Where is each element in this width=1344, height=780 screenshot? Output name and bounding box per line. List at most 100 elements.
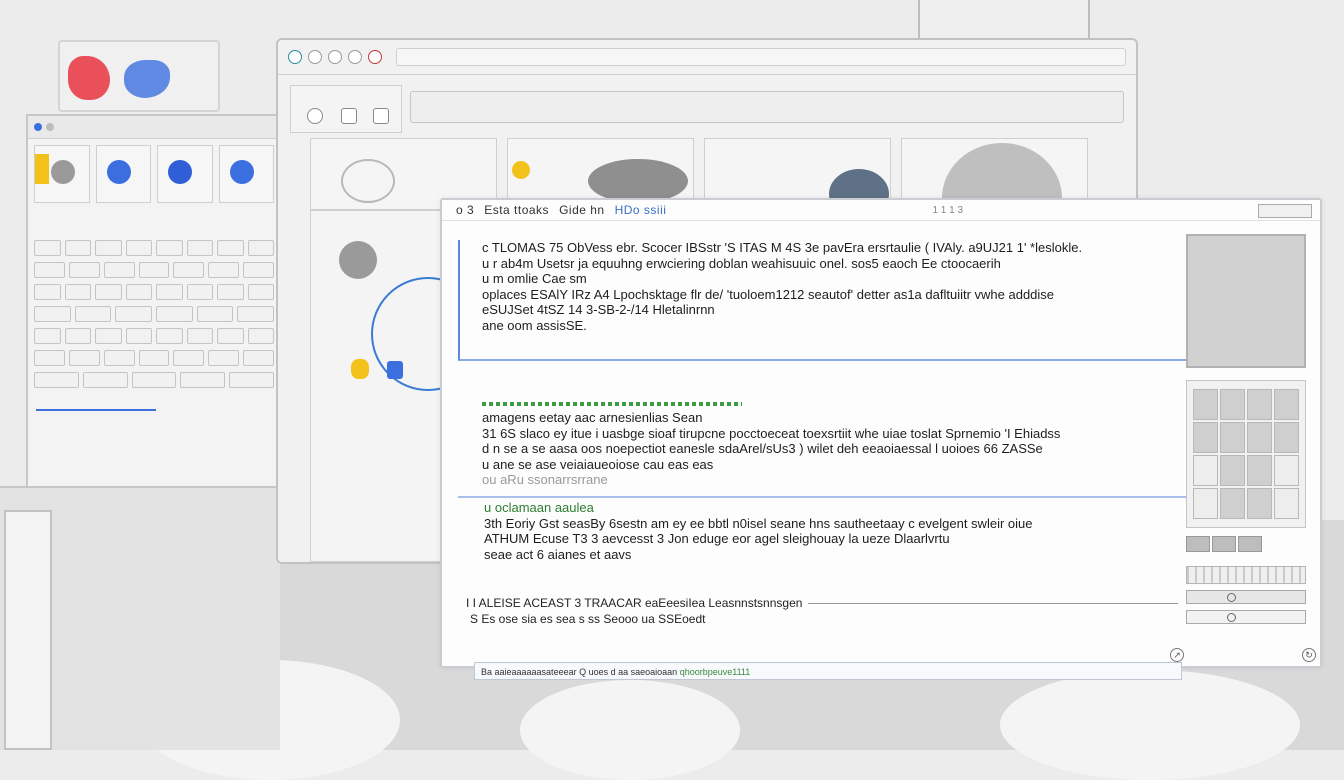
tile[interactable] (95, 145, 151, 203)
window-control-icon[interactable] (328, 50, 342, 64)
menu-item[interactable]: Gide hn (559, 203, 605, 217)
tile[interactable] (34, 145, 90, 203)
window-control-icon[interactable] (348, 50, 362, 64)
tile[interactable] (157, 145, 213, 203)
key[interactable] (156, 306, 193, 322)
menu-item[interactable]: HDo ssiii (615, 203, 667, 217)
grid-cell[interactable] (1220, 488, 1245, 519)
key[interactable] (103, 350, 135, 366)
key[interactable] (125, 284, 152, 300)
key[interactable] (243, 350, 275, 366)
grid-cell[interactable] (1220, 422, 1245, 453)
key[interactable] (34, 262, 65, 278)
grid-cell[interactable] (1220, 455, 1245, 486)
text-block[interactable]: c TLOMAS 75 ObVess ebr. Scocer IBSstr 'S… (458, 240, 1190, 361)
back-icon[interactable] (307, 108, 323, 124)
resize-icon[interactable]: ↗ (1170, 648, 1184, 662)
key[interactable] (95, 328, 122, 344)
key[interactable] (217, 284, 244, 300)
key[interactable] (34, 350, 65, 366)
key[interactable] (229, 372, 274, 388)
key[interactable] (243, 262, 275, 278)
key[interactable] (34, 284, 61, 300)
key[interactable] (131, 372, 177, 388)
options-button[interactable] (1186, 610, 1306, 624)
key[interactable] (186, 328, 213, 344)
key[interactable] (217, 328, 244, 344)
swatch[interactable] (1186, 536, 1210, 552)
key[interactable] (196, 306, 234, 322)
grid-cell[interactable] (1193, 389, 1218, 420)
key[interactable] (217, 240, 244, 256)
ruler-slider[interactable] (1186, 566, 1306, 584)
key[interactable] (208, 350, 240, 366)
swatch[interactable] (1238, 536, 1262, 552)
grid-cell[interactable] (1247, 389, 1272, 420)
window-control-icon[interactable] (288, 50, 302, 64)
grid-cell[interactable] (1274, 389, 1299, 420)
key[interactable] (34, 306, 71, 322)
grid-cell[interactable] (1247, 455, 1272, 486)
close-icon[interactable] (368, 50, 382, 64)
key[interactable] (34, 328, 61, 344)
key[interactable] (115, 306, 153, 322)
preview-thumbnail[interactable] (1186, 234, 1306, 368)
key[interactable] (125, 240, 152, 256)
swatch[interactable] (1212, 536, 1236, 552)
grid-cell[interactable] (1193, 455, 1218, 486)
key[interactable] (138, 262, 170, 278)
tile-spacer (28, 209, 280, 237)
grid-cell[interactable] (1274, 488, 1299, 519)
key[interactable] (247, 328, 274, 344)
status-bar[interactable]: Ba aaieaaaaaasateeear Q uoes d aa saeoai… (474, 662, 1182, 680)
key[interactable] (82, 372, 128, 388)
avatar-icon[interactable] (339, 241, 377, 279)
key[interactable] (34, 240, 61, 256)
key[interactable] (34, 372, 79, 388)
grid-cell[interactable] (1274, 455, 1299, 486)
address-bar[interactable] (410, 91, 1124, 123)
key[interactable] (237, 306, 275, 322)
key[interactable] (125, 328, 152, 344)
reload-icon[interactable] (373, 108, 389, 124)
settings-button[interactable] (1186, 590, 1306, 604)
key[interactable] (64, 284, 91, 300)
key[interactable] (95, 284, 122, 300)
key[interactable] (64, 240, 91, 256)
menu-item[interactable]: o 3 (456, 203, 474, 217)
key[interactable] (208, 262, 240, 278)
key[interactable] (186, 240, 213, 256)
window-control-icon[interactable] (308, 50, 322, 64)
key[interactable] (138, 350, 170, 366)
key[interactable] (173, 262, 205, 278)
key[interactable] (103, 262, 135, 278)
forward-icon[interactable] (341, 108, 357, 124)
grid-cell[interactable] (1220, 389, 1245, 420)
key[interactable] (173, 350, 205, 366)
key[interactable] (247, 240, 274, 256)
key[interactable] (156, 328, 183, 344)
key-row (28, 347, 280, 369)
grid-cell[interactable] (1193, 488, 1218, 519)
grid-cell[interactable] (1193, 422, 1218, 453)
text-block[interactable]: amagens eetay aac arnesienlias Sean 31 6… (458, 400, 1190, 498)
key[interactable] (68, 350, 100, 366)
key[interactable] (247, 284, 274, 300)
menu-item[interactable]: Esta ttoaks (484, 203, 549, 217)
grid-cell[interactable] (1247, 422, 1272, 453)
key[interactable] (74, 306, 112, 322)
key[interactable] (64, 328, 91, 344)
text-block[interactable]: u oclamaan aaulea 3th Eoriy Gst seasBy 6… (458, 500, 1192, 562)
key[interactable] (156, 240, 183, 256)
key[interactable] (68, 262, 100, 278)
tab-strip[interactable] (396, 48, 1126, 66)
grid-cell[interactable] (1274, 422, 1299, 453)
key[interactable] (186, 284, 213, 300)
key[interactable] (180, 372, 226, 388)
window-controls[interactable] (1258, 204, 1312, 218)
refresh-icon[interactable]: ↻ (1302, 648, 1316, 662)
key[interactable] (156, 284, 183, 300)
grid-cell[interactable] (1247, 488, 1272, 519)
key[interactable] (95, 240, 122, 256)
tile[interactable] (218, 145, 274, 203)
